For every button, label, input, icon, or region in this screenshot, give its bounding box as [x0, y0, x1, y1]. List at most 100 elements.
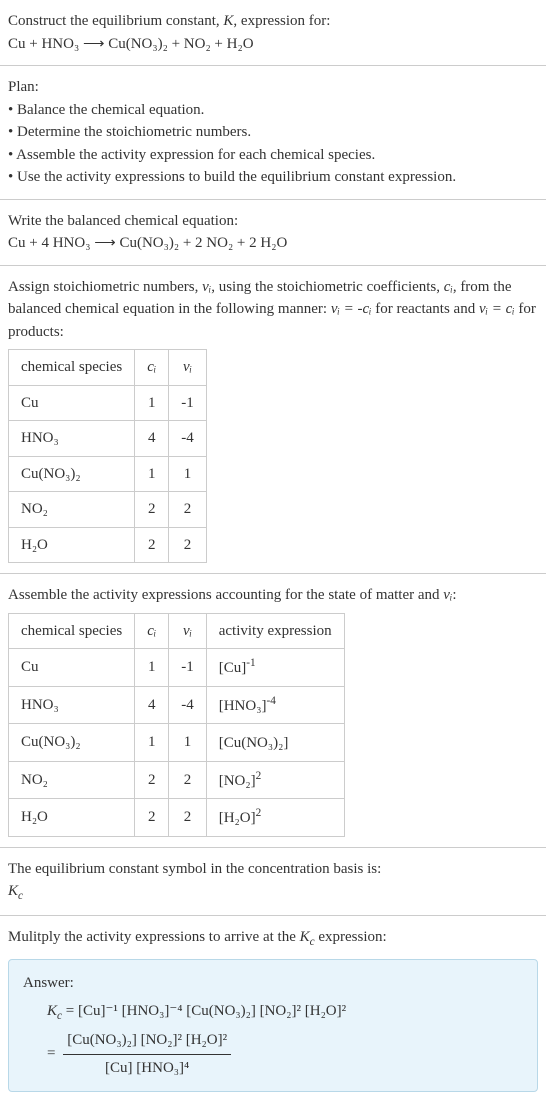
intro-K: K [223, 13, 233, 29]
answer-box: Answer: Kc = [Cu]⁻¹ [HNO₃]⁻⁴ [Cu(NO₃)₂] … [8, 959, 538, 1092]
cell-ci: 1 [135, 649, 169, 687]
intro-post: , expression for: [233, 13, 330, 29]
cell-expr: [H₂O]2 [206, 799, 344, 837]
activity-section: Assemble the activity expressions accoun… [0, 574, 546, 848]
cell-nui: 2 [169, 492, 207, 528]
expr-exp: 2 [256, 770, 262, 782]
table-row: Cu(NO₃)₂ 1 1 [Cu(NO₃)₂] [9, 724, 345, 762]
table-row: NO₂ 2 2 [NO₂]2 [9, 761, 345, 799]
cell-ci: 1 [135, 385, 169, 421]
multiply-section: Mulitply the activity expressions to arr… [0, 916, 546, 1102]
cell-ci: 4 [135, 686, 169, 724]
stoich-text-part: , using the stoichiometric coefficients, [211, 279, 444, 295]
intro-equation: Cu + HNO₃ ⟶ Cu(NO₃)₂ + NO₂ + H₂O [8, 33, 538, 56]
table-row: NO₂ 2 2 [9, 492, 207, 528]
cell-species: Cu [9, 385, 135, 421]
answer-label: Answer: [23, 972, 523, 995]
cell-nui: 2 [169, 761, 207, 799]
expr-base: [H₂O] [219, 810, 256, 826]
expr-base: [Cu] [219, 660, 247, 676]
cell-species: H₂O [9, 799, 135, 837]
intro-pre: Construct the equilibrium constant, [8, 13, 223, 29]
th-species: chemical species [9, 613, 135, 649]
cell-ci: 4 [135, 421, 169, 457]
cell-nui: 2 [169, 527, 207, 563]
answer-fraction: [Cu(NO₃)₂] [NO₂]² [H₂O]² [Cu] [HNO₃]⁴ [63, 1029, 231, 1079]
expr-base: [NO₂] [219, 773, 256, 789]
cell-nui: 1 [169, 724, 207, 762]
stoich-text-part: Assign stoichiometric numbers, [8, 279, 202, 295]
cell-species: HNO₃ [9, 686, 135, 724]
table-row: Cu(NO₃)₂ 1 1 [9, 456, 207, 492]
cell-expr: [Cu]-1 [206, 649, 344, 687]
expr-base: [HNO₃] [219, 698, 267, 714]
cell-ci: 1 [135, 724, 169, 762]
table-header-row: chemical species cᵢ νᵢ [9, 350, 207, 386]
stoich-table: chemical species cᵢ νᵢ Cu 1 -1 HNO₃ 4 -4… [8, 349, 207, 563]
cell-species: NO₂ [9, 492, 135, 528]
intro-line1: Construct the equilibrium constant, K, e… [8, 10, 538, 33]
balanced-section: Write the balanced chemical equation: Cu… [0, 200, 546, 266]
cell-ci: 1 [135, 456, 169, 492]
kc-sub: c [18, 890, 23, 902]
cell-ci: 2 [135, 527, 169, 563]
cell-nui: -4 [169, 686, 207, 724]
cell-expr: [HNO₃]-4 [206, 686, 344, 724]
table-row: H₂O 2 2 [9, 527, 207, 563]
th-expr: activity expression [206, 613, 344, 649]
th-ci: cᵢ [135, 350, 169, 386]
symbol-text: The equilibrium constant symbol in the c… [8, 858, 538, 881]
stoich-text-part: for reactants and [372, 301, 479, 317]
stoich-nu: νᵢ [202, 279, 211, 295]
cell-species: Cu [9, 649, 135, 687]
th-ci: cᵢ [135, 613, 169, 649]
plan-heading: Plan: [8, 76, 538, 99]
answer-eq: = [47, 1046, 59, 1062]
intro-section: Construct the equilibrium constant, K, e… [0, 0, 546, 66]
th-species: chemical species [9, 350, 135, 386]
kc-letter: K [300, 929, 310, 945]
expr-exp: -4 [266, 695, 275, 707]
multiply-pre: Mulitply the activity expressions to arr… [8, 929, 300, 945]
activity-nu: νᵢ [443, 587, 452, 603]
activity-text-post: : [452, 587, 456, 603]
balanced-equation: Cu + 4 HNO₃ ⟶ Cu(NO₃)₂ + 2 NO₂ + 2 H₂O [8, 232, 538, 255]
cell-ci: 2 [135, 761, 169, 799]
cell-ci: 2 [135, 799, 169, 837]
plan-bullet: • Balance the chemical equation. [8, 99, 538, 122]
cell-nui: 2 [169, 799, 207, 837]
answer-line2: = [Cu(NO₃)₂] [NO₂]² [H₂O]² [Cu] [HNO₃]⁴ [47, 1029, 523, 1079]
multiply-text: Mulitply the activity expressions to arr… [8, 926, 538, 951]
table-row: HNO₃ 4 -4 [HNO₃]-4 [9, 686, 345, 724]
stoich-text: Assign stoichiometric numbers, νᵢ, using… [8, 276, 538, 344]
activity-text: Assemble the activity expressions accoun… [8, 584, 538, 607]
cell-species: HNO₃ [9, 421, 135, 457]
cell-nui: -1 [169, 649, 207, 687]
plan-bullet: • Determine the stoichiometric numbers. [8, 121, 538, 144]
stoich-eq-prod: νᵢ = cᵢ [479, 301, 515, 317]
table-row: Cu 1 -1 [9, 385, 207, 421]
symbol-section: The equilibrium constant symbol in the c… [0, 848, 546, 916]
plan-bullet: • Use the activity expressions to build … [8, 166, 538, 189]
stoich-c: cᵢ [444, 279, 453, 295]
cell-ci: 2 [135, 492, 169, 528]
multiply-post: expression: [315, 929, 387, 945]
symbol-kc: Kc [8, 880, 538, 905]
cell-nui: -4 [169, 421, 207, 457]
fraction-denominator: [Cu] [HNO₃]⁴ [63, 1055, 231, 1080]
answer-expr1: = [Cu]⁻¹ [HNO₃]⁻⁴ [Cu(NO₃)₂] [NO₂]² [H₂O… [62, 1003, 346, 1019]
cell-nui: -1 [169, 385, 207, 421]
cell-species: Cu(NO₃)₂ [9, 456, 135, 492]
cell-species: Cu(NO₃)₂ [9, 724, 135, 762]
expr-base: [Cu(NO₃)₂] [219, 735, 289, 751]
cell-species: NO₂ [9, 761, 135, 799]
table-row: Cu 1 -1 [Cu]-1 [9, 649, 345, 687]
balanced-heading: Write the balanced chemical equation: [8, 210, 538, 233]
answer-line1: Kc = [Cu]⁻¹ [HNO₃]⁻⁴ [Cu(NO₃)₂] [NO₂]² [… [47, 1000, 523, 1025]
table-row: H₂O 2 2 [H₂O]2 [9, 799, 345, 837]
plan-bullet: • Assemble the activity expression for e… [8, 144, 538, 167]
kc-letter: K [8, 883, 18, 899]
table-row: HNO₃ 4 -4 [9, 421, 207, 457]
stoich-eq-react: νᵢ = -cᵢ [331, 301, 372, 317]
cell-expr: [Cu(NO₃)₂] [206, 724, 344, 762]
